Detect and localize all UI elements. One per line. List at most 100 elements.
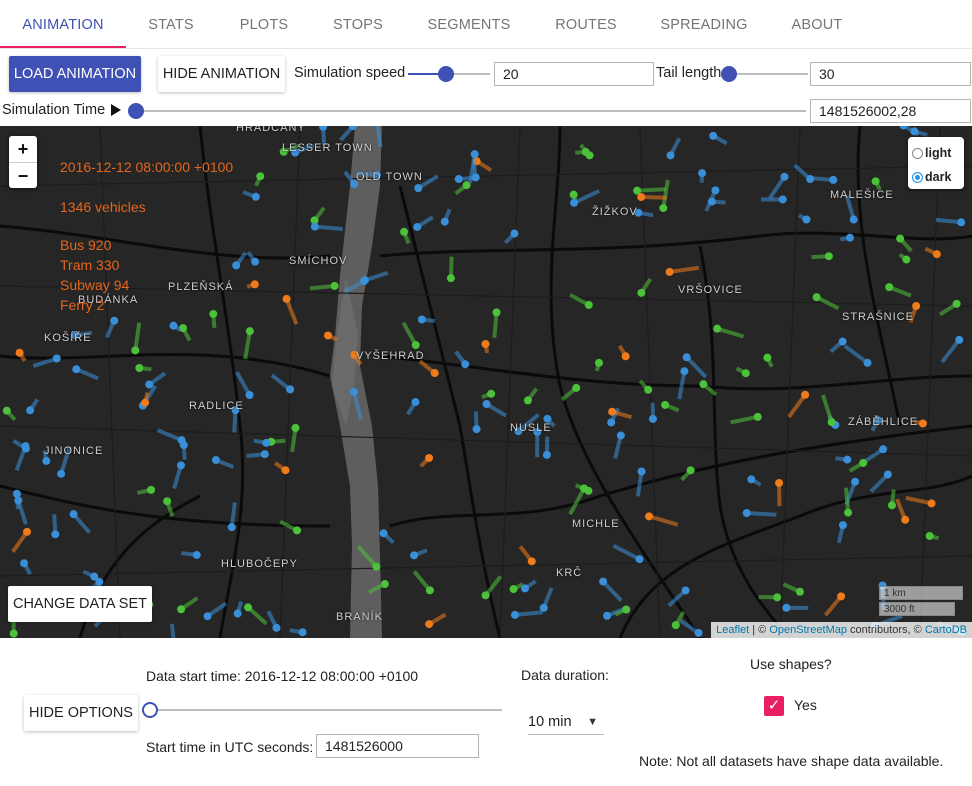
radio-unchecked-icon[interactable] xyxy=(912,148,923,159)
layer-dark-option[interactable]: dark xyxy=(912,168,951,186)
vehicle-marker xyxy=(330,281,339,290)
change-data-set-button[interactable]: CHANGE DATA SET xyxy=(8,586,152,622)
data-start-time-label: Data start time: 2016-12-12 08:00:00 +01… xyxy=(146,668,419,684)
cartodb-link[interactable]: CartoDB xyxy=(925,624,967,636)
vehicle-marker xyxy=(298,628,307,637)
use-shapes-yes-label: Yes xyxy=(794,697,817,713)
vehicle-marker xyxy=(310,222,319,231)
zoom-in-button[interactable]: + xyxy=(9,136,37,163)
vehicle-marker xyxy=(521,584,530,593)
vehicle-marker xyxy=(666,151,675,160)
vehicle-marker xyxy=(773,593,782,602)
hide-options-button[interactable]: HIDE OPTIONS xyxy=(24,695,138,731)
attribution-text: contributors, © xyxy=(847,624,925,636)
vehicle-marker xyxy=(952,299,961,308)
vehicle-marker xyxy=(741,369,750,378)
vehicle-marker xyxy=(603,611,612,620)
vehicle-marker xyxy=(177,436,186,445)
simulation-time-input[interactable] xyxy=(810,99,971,123)
vehicle-marker xyxy=(633,186,642,195)
layer-light-option[interactable]: light xyxy=(912,144,951,162)
tab-animation[interactable]: ANIMATION xyxy=(0,0,126,48)
vehicle-marker xyxy=(707,197,716,206)
vehicle-marker xyxy=(232,261,241,270)
tail-length-label: Tail length xyxy=(656,65,722,81)
vehicle-trail xyxy=(314,224,343,231)
tail-length-input[interactable] xyxy=(810,62,971,86)
vehicle-marker xyxy=(709,131,718,140)
vehicle-marker xyxy=(918,419,927,428)
place-label: ŽIŽKOV xyxy=(592,206,638,218)
vehicle-marker xyxy=(585,151,594,160)
vehicle-marker xyxy=(176,461,185,470)
vehicle-marker xyxy=(481,591,490,600)
vehicle-marker xyxy=(349,387,358,396)
load-animation-button[interactable]: LOAD ANIMATION xyxy=(9,56,141,92)
tab-stops[interactable]: STOPS xyxy=(312,0,404,48)
vehicle-marker xyxy=(42,456,51,465)
vehicle-marker xyxy=(686,466,695,475)
tab-about[interactable]: ABOUT xyxy=(770,0,864,48)
vehicle-marker xyxy=(281,466,290,475)
tab-routes[interactable]: ROUTES xyxy=(534,0,638,48)
vehicle-marker xyxy=(454,174,463,183)
vehicle-marker xyxy=(227,523,236,532)
osm-link[interactable]: OpenStreetMap xyxy=(769,624,847,636)
vehicle-marker xyxy=(622,605,631,614)
tab-segments[interactable]: SEGMENTS xyxy=(404,0,534,48)
vehicle-marker xyxy=(902,255,911,264)
map-view[interactable]: HRADČANY LESSER TOWN OLD TOWN ŽIŽKOV MAL… xyxy=(0,126,972,638)
speed-slider-thumb[interactable] xyxy=(438,66,454,82)
utc-seconds-input[interactable] xyxy=(316,734,479,758)
vehicle-marker xyxy=(15,348,24,357)
vehicle-marker xyxy=(209,309,218,318)
vehicle-marker xyxy=(925,531,934,540)
leaflet-link[interactable]: Leaflet xyxy=(716,624,749,636)
use-shapes-checkbox[interactable]: ✓ xyxy=(764,696,784,716)
tab-plots[interactable]: PLOTS xyxy=(216,0,312,48)
vehicle-marker xyxy=(250,280,259,289)
vehicle-marker xyxy=(711,186,720,195)
vehicle-marker xyxy=(775,478,784,487)
vehicle-marker xyxy=(682,353,691,362)
use-shapes-label: Use shapes? xyxy=(750,656,832,672)
vehicle-marker xyxy=(616,431,625,440)
place-label: HRADČANY xyxy=(236,126,306,134)
vehicle-marker xyxy=(955,335,964,344)
vehicle-marker xyxy=(131,346,140,355)
vehicle-marker xyxy=(291,423,300,432)
time-slider-thumb[interactable] xyxy=(128,103,144,119)
vehicle-marker xyxy=(470,150,479,159)
place-label: KOŠÍŘE xyxy=(44,332,92,344)
vehicle-marker xyxy=(580,484,589,493)
vehicle-marker xyxy=(192,550,201,559)
start-slider-thumb[interactable] xyxy=(142,702,158,718)
vehicle-marker xyxy=(932,250,941,259)
vehicle-marker xyxy=(145,380,154,389)
vehicle-marker xyxy=(244,603,253,612)
time-slider-track xyxy=(136,110,806,112)
vehicle-marker xyxy=(838,337,847,346)
hide-animation-button[interactable]: HIDE ANIMATION xyxy=(158,56,285,92)
vehicle-marker xyxy=(411,341,420,350)
tab-spreading[interactable]: SPREADING xyxy=(638,0,770,48)
radio-checked-icon[interactable] xyxy=(912,172,923,183)
data-duration-select[interactable]: 10 min ▼ xyxy=(528,710,604,735)
vehicle-marker xyxy=(141,398,150,407)
play-icon[interactable] xyxy=(110,102,122,118)
vehicle-marker xyxy=(570,198,579,207)
vehicle-marker xyxy=(635,555,644,564)
vehicle-marker xyxy=(509,585,518,594)
vehicle-marker xyxy=(801,390,810,399)
vehicle-marker xyxy=(360,276,369,285)
vehicle-marker xyxy=(829,175,838,184)
simulation-speed-input[interactable] xyxy=(494,62,654,86)
zoom-out-button[interactable]: − xyxy=(9,163,37,189)
vehicle-marker xyxy=(23,527,32,536)
vehicle-marker xyxy=(912,302,921,311)
vehicle-marker xyxy=(621,352,630,361)
vehicle-marker xyxy=(510,610,519,619)
tail-slider-thumb[interactable] xyxy=(721,66,737,82)
tab-stats[interactable]: STATS xyxy=(126,0,216,48)
vehicle-marker xyxy=(21,442,30,451)
